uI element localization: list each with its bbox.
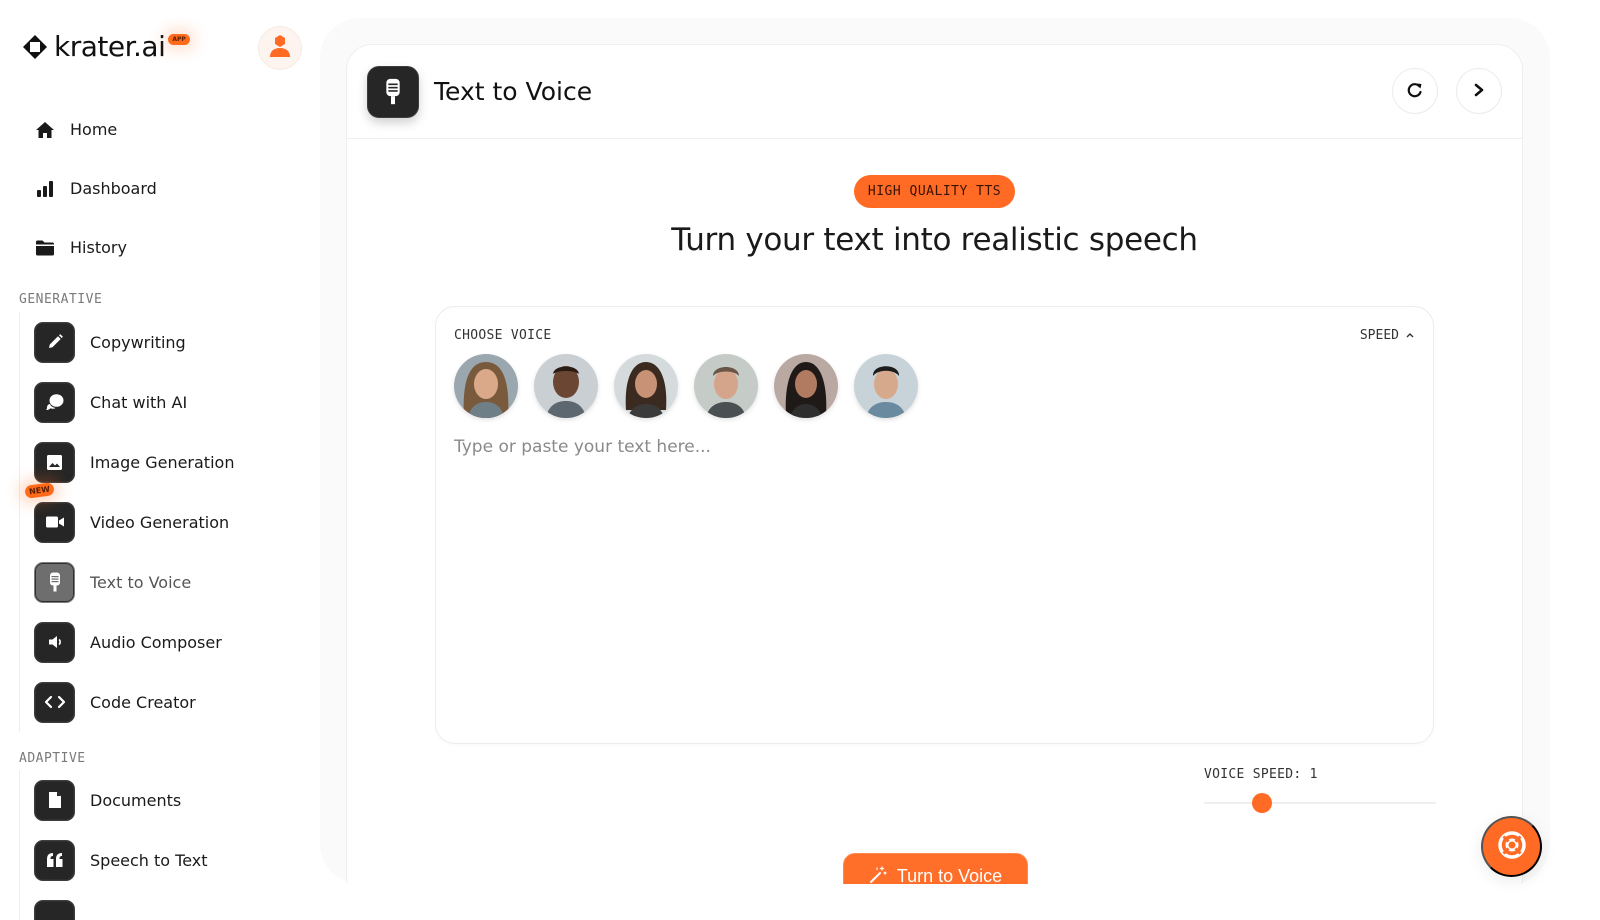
microphone-icon <box>367 65 419 118</box>
choose-voice-label: CHOOSE VOICE <box>454 328 552 343</box>
pencil-icon <box>34 321 75 363</box>
speaker-icon <box>34 621 75 663</box>
viewport-bottom <box>320 884 1600 920</box>
voice-editor: CHOOSE VOICE SPEED <box>435 306 1434 744</box>
nav-label: Home <box>70 120 118 139</box>
document-icon <box>34 779 75 821</box>
primary-nav: Home Dashboard History <box>34 100 157 277</box>
nav-label: History <box>70 238 127 257</box>
nav-item-dashboard[interactable]: Dashboard <box>34 159 157 218</box>
chat-bubbles-icon <box>34 381 75 423</box>
voice-avatar-4[interactable] <box>694 354 758 418</box>
brand-logo[interactable]: krater.ai APP <box>22 30 190 63</box>
sidebar-item-chat-with-ai[interactable]: Chat with AI <box>34 372 234 432</box>
brand-name: krater.ai <box>54 30 166 63</box>
sidebar-item-code-creator[interactable]: Code Creator <box>34 672 234 732</box>
code-icon <box>34 681 75 723</box>
lifebuoy-icon <box>1497 830 1527 863</box>
refresh-icon <box>1407 82 1423 101</box>
sidebar: krater.ai APP Home Dashboard History GEN… <box>0 0 320 920</box>
bar-chart-icon <box>34 178 56 200</box>
tool-label: Audio Composer <box>90 632 222 652</box>
image-icon <box>34 441 75 483</box>
slider-track <box>1204 802 1436 804</box>
adaptive-tools: Documents Speech to Text <box>19 770 208 920</box>
tool-icon <box>34 899 75 920</box>
tool-label: Speech to Text <box>90 850 208 870</box>
help-button[interactable] <box>1481 816 1542 877</box>
voice-avatar-5[interactable] <box>774 354 838 418</box>
slider-thumb[interactable] <box>1252 793 1272 813</box>
sidebar-item-audio-composer[interactable]: Audio Composer <box>34 612 234 672</box>
sidebar-item-more[interactable] <box>34 890 208 920</box>
section-label-adaptive: ADAPTIVE <box>19 751 86 766</box>
user-icon <box>269 34 291 62</box>
hero-title: Turn your text into realistic speech <box>671 222 1198 258</box>
nav-label: Dashboard <box>70 179 157 198</box>
video-camera-icon <box>34 501 75 543</box>
voice-list <box>454 354 918 418</box>
tool-label: Video Generation <box>90 512 230 532</box>
tool-label: Text to Voice <box>90 572 192 592</box>
hero: HIGH QUALITY TTS Turn your text into rea… <box>347 139 1522 258</box>
voice-avatar-3[interactable] <box>614 354 678 418</box>
tool-label: Documents <box>90 790 182 810</box>
folder-icon <box>34 237 56 259</box>
quality-badge: HIGH QUALITY TTS <box>853 175 1016 208</box>
speed-toggle[interactable]: SPEED <box>1360 328 1415 343</box>
generative-tools: Copywriting Chat with AI Image Generatio… <box>19 312 234 732</box>
sidebar-item-text-to-voice[interactable]: Text to Voice <box>34 552 234 612</box>
new-badge: NEW <box>24 482 55 499</box>
sidebar-item-speech-to-text[interactable]: Speech to Text <box>34 830 208 890</box>
voice-speed-slider[interactable] <box>1204 793 1436 813</box>
section-label-generative: GENERATIVE <box>19 292 103 307</box>
nav-item-history[interactable]: History <box>34 218 157 277</box>
voice-avatar-1[interactable] <box>454 354 518 418</box>
quote-icon <box>34 839 75 881</box>
sidebar-item-copywriting[interactable]: Copywriting <box>34 312 234 372</box>
tool-label: Code Creator <box>90 692 196 712</box>
speed-toggle-label: SPEED <box>1359 328 1399 343</box>
nav-item-home[interactable]: Home <box>34 100 157 159</box>
chevron-up-icon <box>1405 328 1415 343</box>
chevron-right-icon <box>1473 83 1485 100</box>
microphone-icon <box>34 561 75 603</box>
text-input[interactable] <box>454 437 1414 727</box>
sidebar-item-documents[interactable]: Documents <box>34 770 208 830</box>
user-avatar-button[interactable] <box>258 26 302 70</box>
next-button[interactable] <box>1456 68 1502 114</box>
card-header: Text to Voice <box>347 45 1522 139</box>
logo-diamond-icon <box>22 34 48 60</box>
text-to-voice-card: Text to Voice HIGH QUALITY TTS Turn your… <box>346 44 1523 904</box>
voice-avatar-6[interactable] <box>854 354 918 418</box>
voice-speed-label: VOICE SPEED: 1 <box>1204 767 1318 782</box>
refresh-button[interactable] <box>1392 68 1438 114</box>
app-badge: APP <box>168 34 190 45</box>
page-title: Text to Voice <box>434 77 593 106</box>
sidebar-item-video-generation[interactable]: NEW Video Generation <box>24 482 234 552</box>
header-actions <box>1392 68 1502 114</box>
tool-label: Chat with AI <box>90 392 188 412</box>
voice-avatar-2[interactable] <box>534 354 598 418</box>
tool-label: Copywriting <box>90 332 186 352</box>
tool-label: Image Generation <box>90 452 235 472</box>
sidebar-item-image-generation[interactable]: Image Generation <box>34 432 234 492</box>
home-icon <box>34 119 56 141</box>
